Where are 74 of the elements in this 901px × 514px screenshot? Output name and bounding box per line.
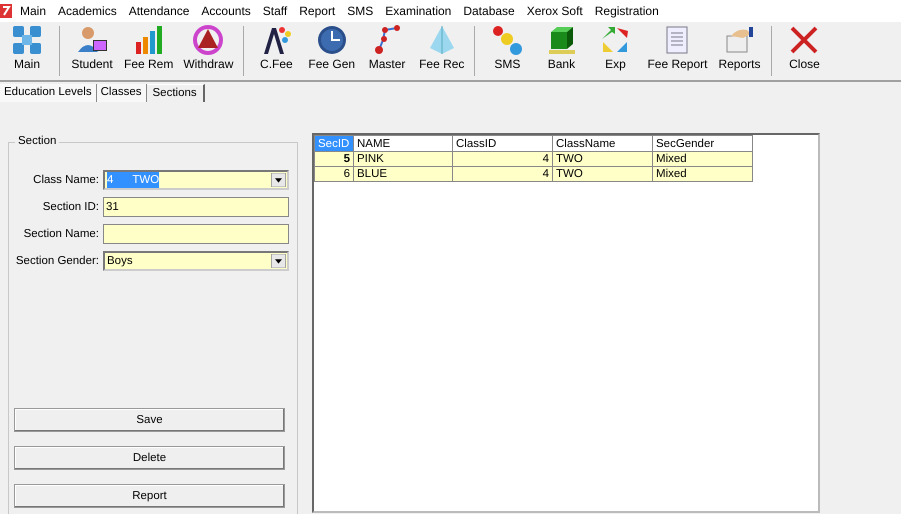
dropdown-arrow-icon[interactable]: [271, 173, 286, 187]
button-label: Bank: [548, 56, 576, 72]
button-label: Fee Rec: [419, 56, 464, 72]
toolbar-button[interactable]: Fee Report: [642, 24, 712, 72]
table-cell: Mixed: [652, 152, 752, 166]
button-label: Fee Rem: [124, 56, 174, 72]
color-wheel-icon: [192, 24, 224, 56]
toolbar-button[interactable]: Main: [0, 24, 54, 72]
button-label: Close: [789, 56, 820, 72]
tab[interactable]: Sections: [146, 84, 205, 102]
button-label: Master: [368, 56, 406, 72]
toolbar-button[interactable]: Master: [360, 24, 414, 72]
toolbar-button[interactable]: Exp: [588, 24, 642, 72]
button-label: Reports: [718, 56, 760, 72]
field-label: Section Name:: [24, 228, 99, 240]
table-cell: Mixed: [652, 166, 752, 182]
button-label: Main: [14, 56, 40, 72]
column-header[interactable]: ClassName: [552, 136, 652, 152]
button-label: Fee Report: [647, 56, 708, 72]
column-header[interactable]: SecGender: [652, 136, 752, 152]
menu-item[interactable]: Main: [14, 1, 52, 21]
table-cell: 4: [452, 166, 552, 182]
clock-icon: [316, 24, 348, 56]
field-label: Class Name:: [33, 174, 99, 186]
column-header[interactable]: ClassID: [452, 136, 552, 152]
button[interactable]: Report: [14, 484, 285, 508]
tab[interactable]: Education Levels: [0, 84, 97, 102]
button[interactable]: Delete: [14, 446, 285, 470]
menu-item[interactable]: SMS: [341, 1, 380, 21]
toolbar-button[interactable]: Fee Gen: [303, 24, 360, 72]
column-header[interactable]: NAME: [354, 136, 452, 152]
button-label: Fee Gen: [308, 56, 356, 72]
button-label: Exp: [605, 56, 626, 72]
button-label: C.Fee: [260, 56, 293, 72]
toolbar-button[interactable]: Bank: [534, 24, 588, 72]
menu-item[interactable]: Report: [293, 1, 342, 21]
toolbar-button[interactable]: Reports: [712, 24, 766, 72]
button-label: Student: [71, 56, 113, 72]
dropdown-arrow-icon[interactable]: [271, 254, 286, 268]
menu-item[interactable]: Examination: [379, 1, 458, 21]
field-label: Section ID:: [42, 201, 99, 213]
menu-item[interactable]: Attendance: [122, 1, 196, 21]
toolbar-button[interactable]: Fee Rem: [119, 24, 178, 72]
button-label: SMS: [494, 56, 520, 72]
close-icon: [788, 24, 820, 56]
table-cell: TWO: [552, 166, 652, 182]
field-label: Section Gender:: [16, 255, 99, 267]
group-title: Section: [15, 135, 60, 147]
grid-icon: [11, 24, 43, 56]
table-cell: PINK: [354, 152, 452, 166]
table-cell: 6: [314, 166, 354, 182]
menu-item[interactable]: Staff: [256, 1, 294, 21]
toolbar-button[interactable]: SMS: [480, 24, 534, 72]
input-field[interactable]: [103, 224, 289, 244]
toolbar-button[interactable]: Fee Rec: [414, 24, 470, 72]
button-label: Withdraw: [183, 56, 234, 72]
toolbar-button[interactable]: Close: [777, 24, 832, 72]
table-cell: TWO: [552, 152, 652, 166]
toolbar-button[interactable]: C.Fee: [249, 24, 304, 72]
menu-item[interactable]: Academics: [52, 1, 123, 21]
tab[interactable]: Classes: [96, 84, 146, 102]
menu-item[interactable]: Database: [457, 1, 521, 21]
input-field[interactable]: 31: [103, 197, 289, 217]
dropdown[interactable]: Boys: [103, 251, 289, 271]
toolbar-button[interactable]: Student: [65, 24, 119, 72]
toolbar-button[interactable]: Withdraw: [178, 24, 238, 72]
table-cell: 4: [452, 152, 552, 166]
menu-item[interactable]: Registration: [588, 1, 665, 21]
balls-icon: [491, 24, 524, 56]
button[interactable]: Save: [14, 408, 285, 432]
table-cell: 5: [314, 152, 354, 166]
menu-item[interactable]: Xerox Soft: [520, 1, 589, 21]
menu-item[interactable]: Accounts: [195, 1, 257, 21]
table-cell: BLUE: [354, 166, 452, 182]
